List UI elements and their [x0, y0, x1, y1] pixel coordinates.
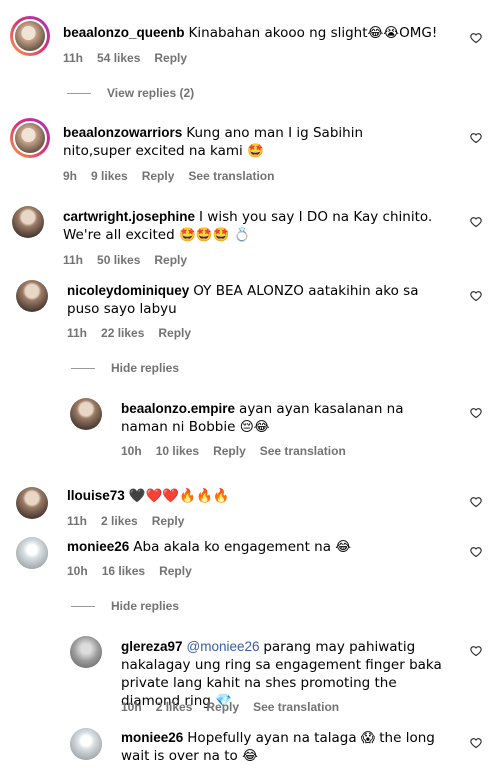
- comment-time: 11h: [67, 514, 88, 528]
- comment-likes[interactable]: 2 likes: [101, 514, 138, 528]
- comment-username[interactable]: beaalonzowarriors: [63, 125, 182, 140]
- comment-likes[interactable]: 9 likes: [91, 169, 128, 183]
- comment-time: 10h: [67, 564, 88, 578]
- comment-time: 11h: [63, 51, 84, 65]
- view-replies-button[interactable]: View replies (2): [67, 86, 194, 100]
- see-translation-button[interactable]: See translation: [260, 444, 346, 458]
- comment-time: 11h: [63, 253, 84, 267]
- reply-button[interactable]: Reply: [152, 514, 185, 528]
- comment-text: Aba akala ko engagement na 😂: [133, 539, 352, 555]
- heart-outline-icon[interactable]: [470, 645, 482, 657]
- comment-time: 10h: [121, 444, 142, 458]
- divider-line: [71, 368, 95, 370]
- avatar[interactable]: [16, 280, 48, 312]
- heart-outline-icon[interactable]: [470, 216, 482, 228]
- heart-outline-icon[interactable]: [470, 132, 482, 144]
- avatar[interactable]: [12, 206, 44, 238]
- mention-link[interactable]: @moniee26: [187, 639, 260, 654]
- avatar[interactable]: [10, 118, 50, 158]
- comment-text: Kinabahan akooo ng slight😂😭OMG!: [188, 25, 438, 41]
- avatar[interactable]: [16, 537, 48, 569]
- comment-time: 11h: [67, 326, 88, 340]
- reply-button[interactable]: Reply: [158, 326, 191, 340]
- avatar[interactable]: [16, 487, 48, 519]
- comment-username[interactable]: glereza97: [121, 639, 183, 654]
- reply-button[interactable]: Reply: [206, 700, 239, 714]
- comment-likes[interactable]: 50 likes: [97, 253, 140, 267]
- heart-outline-icon[interactable]: [470, 737, 482, 749]
- comment-likes[interactable]: 10 likes: [156, 444, 199, 458]
- hide-replies-button[interactable]: Hide replies: [71, 599, 179, 613]
- see-translation-button[interactable]: See translation: [188, 169, 274, 183]
- avatar[interactable]: [70, 398, 102, 430]
- comment-username[interactable]: beaalonzo.empire: [121, 401, 235, 416]
- comment-time: 9h: [63, 169, 78, 183]
- reply-button[interactable]: Reply: [154, 253, 187, 267]
- heart-outline-icon[interactable]: [470, 496, 482, 508]
- see-translation-button[interactable]: See translation: [253, 700, 339, 714]
- comment-username[interactable]: beaalonzo_queenb: [63, 25, 185, 40]
- avatar[interactable]: [70, 728, 102, 760]
- reply-button[interactable]: Reply: [142, 169, 175, 183]
- comment-likes[interactable]: 2 likes: [156, 700, 193, 714]
- comment-time: 10h: [121, 700, 142, 714]
- comment-likes[interactable]: 54 likes: [97, 51, 140, 65]
- comment-username[interactable]: moniee26: [67, 539, 129, 554]
- comment-username[interactable]: cartwright.josephine: [63, 209, 195, 224]
- reply-button[interactable]: Reply: [154, 51, 187, 65]
- hide-replies-button[interactable]: Hide replies: [71, 361, 179, 375]
- avatar[interactable]: [70, 636, 102, 668]
- comment-username[interactable]: llouise73: [67, 488, 125, 503]
- avatar[interactable]: [10, 16, 50, 56]
- reply-button[interactable]: Reply: [213, 444, 246, 458]
- heart-outline-icon[interactable]: [470, 290, 482, 302]
- heart-outline-icon[interactable]: [470, 407, 482, 419]
- divider-line: [71, 606, 95, 608]
- comment-text: 🖤❤️❤️🔥🔥🔥: [128, 488, 230, 504]
- comment-likes[interactable]: 22 likes: [101, 326, 144, 340]
- comment-username[interactable]: moniee26: [121, 730, 183, 745]
- heart-outline-icon[interactable]: [470, 32, 482, 44]
- heart-outline-icon[interactable]: [470, 546, 482, 558]
- divider-line: [67, 93, 91, 95]
- comment-username[interactable]: nicoleydominiquey: [67, 283, 189, 298]
- reply-button[interactable]: Reply: [159, 564, 192, 578]
- comment-likes[interactable]: 16 likes: [102, 564, 145, 578]
